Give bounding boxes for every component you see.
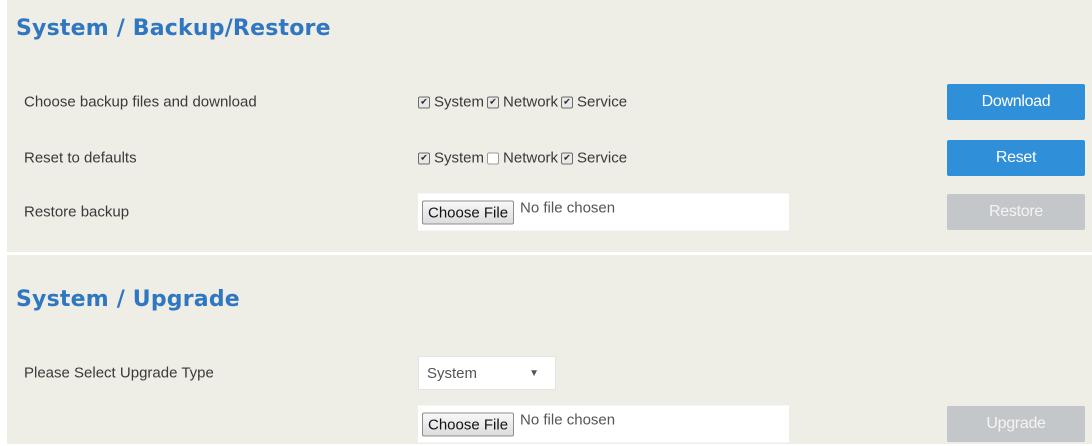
reset-service-label: Service xyxy=(577,149,628,167)
upgrade-choose-file-button[interactable]: Choose File xyxy=(422,412,515,437)
upgrade-type-select[interactable]: System ▼ xyxy=(418,356,556,390)
backup-system-option[interactable]: ✔ System xyxy=(418,94,484,111)
reset-system-option[interactable]: ✔ System xyxy=(418,150,484,167)
reset-service-option[interactable]: ✔ Service xyxy=(561,150,627,167)
backup-network-label: Network xyxy=(503,93,559,111)
reset-button[interactable]: Reset xyxy=(947,140,1085,176)
backup-download-label: Choose backup files and download xyxy=(24,93,257,111)
backup-system-label: System xyxy=(434,93,485,111)
reset-system-checkbox[interactable]: ✔ xyxy=(418,152,430,164)
chevron-down-icon: ▼ xyxy=(529,367,539,379)
reset-network-label: Network xyxy=(503,149,559,167)
reset-network-option[interactable]: ✔ Network xyxy=(487,150,558,167)
backup-section-title: System / Backup/Restore xyxy=(16,16,331,41)
reset-service-checkbox[interactable]: ✔ xyxy=(561,152,574,164)
restore-file-control: Choose File No file chosen xyxy=(418,193,789,231)
reset-system-label: System xyxy=(434,149,485,167)
download-button[interactable]: Download xyxy=(947,84,1085,120)
backup-options: ✔ System ✔ Network ✔ Service xyxy=(418,94,630,111)
backup-service-label: Service xyxy=(577,93,628,111)
upgrade-section-title: System / Upgrade xyxy=(16,287,240,312)
backup-restore-section: System / Backup/Restore Choose backup fi… xyxy=(7,0,1092,254)
restore-backup-label: Restore backup xyxy=(24,203,130,221)
check-icon: ✔ xyxy=(420,152,428,163)
upgrade-type-label: Please Select Upgrade Type xyxy=(24,364,214,382)
restore-file-status: No file chosen xyxy=(520,199,616,217)
restore-backup-row: Restore backup Choose File No file chose… xyxy=(7,192,1092,232)
backup-service-checkbox[interactable]: ✔ xyxy=(561,96,574,108)
check-icon: ✔ xyxy=(563,96,571,107)
upgrade-section: System / Upgrade Please Select Upgrade T… xyxy=(7,255,1092,446)
restore-file-input[interactable]: Choose File No file chosen xyxy=(418,193,789,231)
backup-system-checkbox[interactable]: ✔ xyxy=(418,96,430,108)
upgrade-type-control: System ▼ xyxy=(418,356,556,390)
upgrade-file-row: Choose File No file chosen Upgrade xyxy=(7,404,1092,444)
backup-service-option[interactable]: ✔ Service xyxy=(561,94,627,111)
backup-download-row: Choose backup files and download ✔ Syste… xyxy=(7,82,1092,122)
reset-network-checkbox[interactable]: ✔ xyxy=(487,152,500,164)
upgrade-file-input[interactable]: Choose File No file chosen xyxy=(418,405,789,443)
restore-choose-file-button[interactable]: Choose File xyxy=(422,200,515,225)
upgrade-type-value: System xyxy=(427,364,478,382)
restore-button[interactable]: Restore xyxy=(947,194,1085,230)
backup-network-checkbox[interactable]: ✔ xyxy=(487,96,500,108)
check-icon: ✔ xyxy=(563,152,571,163)
backup-network-option[interactable]: ✔ Network xyxy=(487,94,558,111)
check-icon: ✔ xyxy=(420,96,428,107)
reset-defaults-row: Reset to defaults ✔ System ✔ Network ✔ S… xyxy=(7,138,1092,178)
check-icon: ✔ xyxy=(489,96,497,107)
upgrade-file-control: Choose File No file chosen xyxy=(418,405,789,443)
reset-options: ✔ System ✔ Network ✔ Service xyxy=(418,150,630,167)
reset-defaults-label: Reset to defaults xyxy=(24,149,137,167)
page: System / Backup/Restore Choose backup fi… xyxy=(0,0,1092,446)
upgrade-file-status: No file chosen xyxy=(520,411,616,429)
upgrade-type-row: Please Select Upgrade Type System ▼ xyxy=(7,353,1092,393)
upgrade-button[interactable]: Upgrade xyxy=(947,406,1085,442)
